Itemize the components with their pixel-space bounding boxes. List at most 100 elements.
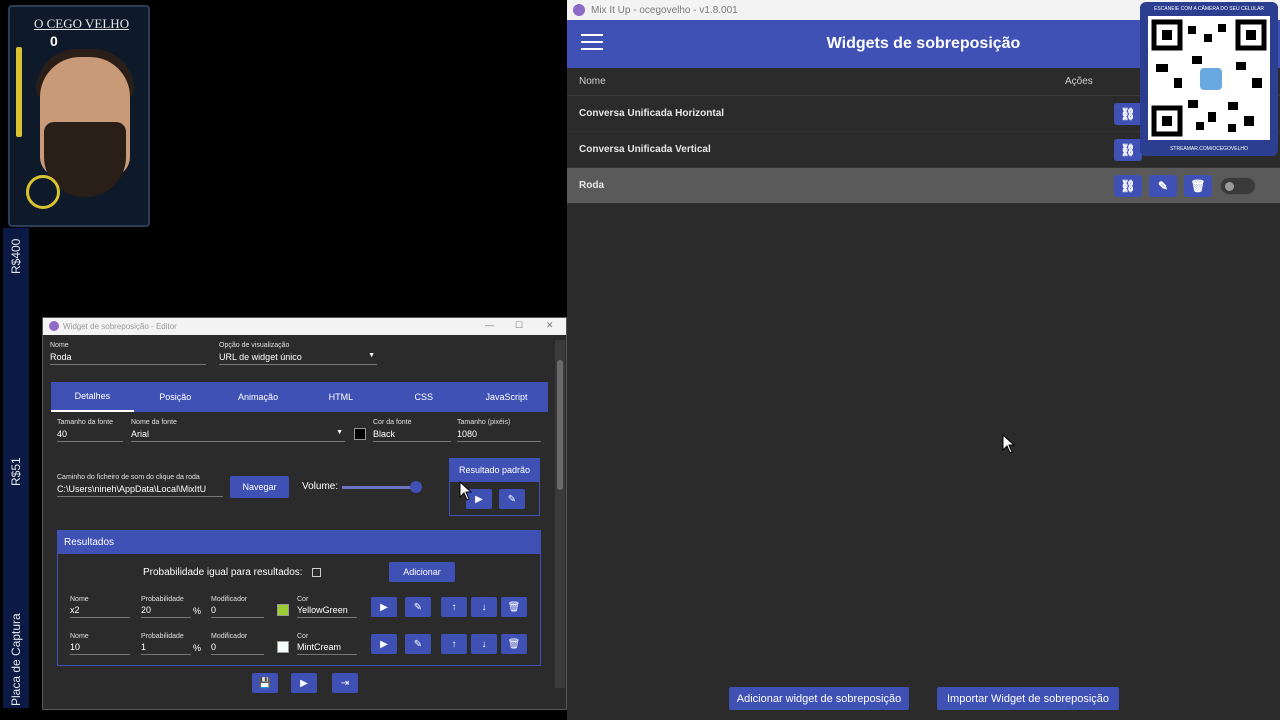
equal-probability-checkbox[interactable] bbox=[312, 568, 321, 577]
browse-button[interactable]: Navegar bbox=[230, 476, 289, 498]
result-prob-label: Probabilidade bbox=[141, 633, 184, 640]
sound-path-label: Caminho do ficheiro de som do clique da … bbox=[57, 474, 200, 481]
qr-bottom-text: STREAMAR.COM/OCEGOVELHO bbox=[1170, 146, 1248, 152]
play-icon[interactable]: ▶ bbox=[291, 673, 317, 693]
sound-path-input[interactable]: C:\Users\nineh\AppData\Local\MixItU bbox=[57, 484, 223, 497]
edit-icon[interactable]: ✎ bbox=[1149, 175, 1177, 197]
result-name-label: Nome bbox=[70, 633, 89, 640]
move-up-icon[interactable]: ↑ bbox=[441, 634, 467, 654]
result-prob-input[interactable]: 1 bbox=[141, 642, 191, 655]
webcam-ring-icon bbox=[26, 175, 60, 209]
row-name: Roda bbox=[579, 180, 604, 191]
delete-icon[interactable]: 🗑 bbox=[1184, 175, 1212, 197]
move-down-icon[interactable]: ↓ bbox=[471, 597, 497, 617]
main-window-title: Mix It Up - ocegovelho - v1.8.001 bbox=[591, 4, 738, 16]
import-widget-button[interactable]: Importar Widget de sobreposição bbox=[937, 687, 1119, 710]
editor-window: Widget de sobreposição - Editor — ☐ ✕ No… bbox=[42, 317, 567, 710]
result-color-swatch[interactable] bbox=[277, 604, 289, 616]
minimize-icon[interactable]: — bbox=[485, 320, 494, 330]
tab-animation[interactable]: Animação bbox=[217, 382, 300, 412]
close-icon[interactable]: ✕ bbox=[546, 320, 554, 331]
add-result-button[interactable]: Adicionar bbox=[389, 562, 455, 582]
qr-top-text: ESCANEIE COM A CÂMERA DO SEU CELULAR bbox=[1153, 6, 1265, 12]
result-name-input[interactable]: x2 bbox=[70, 605, 130, 618]
capture-card-label: Placa de Captura bbox=[9, 613, 23, 706]
font-color-input[interactable]: Black bbox=[373, 429, 451, 442]
result-color-swatch[interactable] bbox=[277, 641, 289, 653]
mouse-cursor-icon bbox=[1002, 434, 1016, 454]
tab-html[interactable]: HTML bbox=[299, 382, 382, 412]
volume-slider[interactable] bbox=[342, 486, 420, 489]
result-mod-input[interactable]: 0 bbox=[211, 642, 264, 655]
move-up-icon[interactable]: ↑ bbox=[441, 597, 467, 617]
close-editor-icon[interactable]: ⇥ bbox=[332, 673, 358, 693]
font-size-input[interactable]: 40 bbox=[57, 429, 123, 442]
font-size-label: Tamanho da fonte bbox=[57, 419, 114, 426]
default-result-button[interactable]: Resultado padrão bbox=[449, 458, 540, 482]
percent-label: % bbox=[193, 643, 202, 653]
save-icon[interactable]: 💾 bbox=[252, 673, 278, 693]
edit-icon[interactable]: ✎ bbox=[405, 597, 431, 617]
goal-label-1: R$400 bbox=[9, 238, 23, 274]
qr-code-overlay: ESCANEIE COM A CÂMERA DO SEU CELULAR STR… bbox=[1140, 2, 1278, 156]
column-actions: Ações bbox=[1065, 76, 1093, 87]
edit-icon[interactable]: ✎ bbox=[499, 489, 525, 509]
view-option-select[interactable]: URL de widget único ▼ bbox=[219, 352, 377, 365]
result-mod-input[interactable]: 0 bbox=[211, 605, 264, 618]
editor-scrollbar[interactable] bbox=[555, 340, 565, 688]
tab-css[interactable]: CSS bbox=[382, 382, 465, 412]
volume-label: Volume: bbox=[302, 481, 339, 492]
edit-icon[interactable]: ✎ bbox=[405, 634, 431, 654]
move-down-icon[interactable]: ↓ bbox=[471, 634, 497, 654]
volume-slider-handle[interactable] bbox=[410, 481, 422, 493]
result-name-input[interactable]: 10 bbox=[70, 642, 130, 655]
overlay-counter: 0 bbox=[50, 33, 58, 49]
delete-icon[interactable]: 🗑 bbox=[501, 634, 527, 654]
stream-sidebar: R$400 R$51 Placa de Captura bbox=[3, 228, 29, 708]
streamer-name: O CEGO VELHO bbox=[34, 16, 130, 31]
play-icon[interactable]: ▶ bbox=[371, 634, 397, 654]
results-header: Resultados bbox=[57, 530, 541, 554]
table-row-selected[interactable]: Roda ⛓ ✎ 🗑 bbox=[567, 168, 1280, 204]
result-color-input[interactable]: MintCream bbox=[297, 642, 357, 655]
result-mod-label: Modificador bbox=[211, 596, 248, 603]
equal-probability-label: Probabilidade igual para resultados: bbox=[143, 567, 303, 578]
result-name-label: Nome bbox=[70, 596, 89, 603]
size-label: Tamanho (pixéis) bbox=[457, 419, 511, 426]
result-color-label: Cor bbox=[297, 596, 309, 603]
font-name-select[interactable]: Arial ▼ bbox=[131, 429, 345, 442]
column-name: Nome bbox=[579, 76, 606, 87]
result-mod-label: Modificador bbox=[211, 633, 248, 640]
result-color-input[interactable]: YellowGreen bbox=[297, 605, 357, 618]
font-color-label: Cor da fonte bbox=[373, 419, 412, 426]
delete-icon[interactable]: 🗑 bbox=[501, 597, 527, 617]
row-name: Conversa Unificada Horizontal bbox=[579, 108, 725, 119]
tab-javascript[interactable]: JavaScript bbox=[465, 382, 548, 412]
maximize-icon[interactable]: ☐ bbox=[515, 320, 523, 331]
webcam-overlay: O CEGO VELHO 0 bbox=[8, 5, 150, 227]
add-widget-button[interactable]: Adicionar widget de sobreposição bbox=[729, 687, 909, 710]
editor-titlebar: Widget de sobreposição - Editor — ☐ ✕ bbox=[43, 318, 566, 335]
link-icon[interactable]: ⛓ bbox=[1114, 175, 1142, 197]
result-prob-input[interactable]: 20 bbox=[141, 605, 191, 618]
percent-label: % bbox=[193, 606, 202, 616]
goal-label-2: R$51 bbox=[9, 457, 23, 486]
editor-title: Widget de sobreposição - Editor bbox=[63, 322, 177, 331]
app-logo-icon bbox=[49, 321, 59, 331]
link-icon[interactable]: ⛓ bbox=[1114, 103, 1142, 125]
result-prob-label: Probabilidade bbox=[141, 596, 184, 603]
font-color-swatch[interactable] bbox=[354, 428, 366, 440]
result-color-label: Cor bbox=[297, 633, 309, 640]
enable-toggle[interactable] bbox=[1220, 177, 1256, 195]
row-name: Conversa Unificada Vertical bbox=[579, 144, 711, 155]
webcam-frame-bar bbox=[16, 47, 22, 137]
name-label: Nome bbox=[50, 342, 69, 349]
link-icon[interactable]: ⛓ bbox=[1114, 139, 1142, 161]
tab-details[interactable]: Detalhes bbox=[51, 382, 134, 412]
size-input[interactable]: 1080 bbox=[457, 429, 541, 442]
play-icon[interactable]: ▶ bbox=[371, 597, 397, 617]
app-logo-icon bbox=[573, 4, 585, 16]
tab-position[interactable]: Posição bbox=[134, 382, 217, 412]
mouse-cursor-icon bbox=[459, 481, 473, 501]
name-input[interactable]: Roda bbox=[50, 352, 206, 365]
